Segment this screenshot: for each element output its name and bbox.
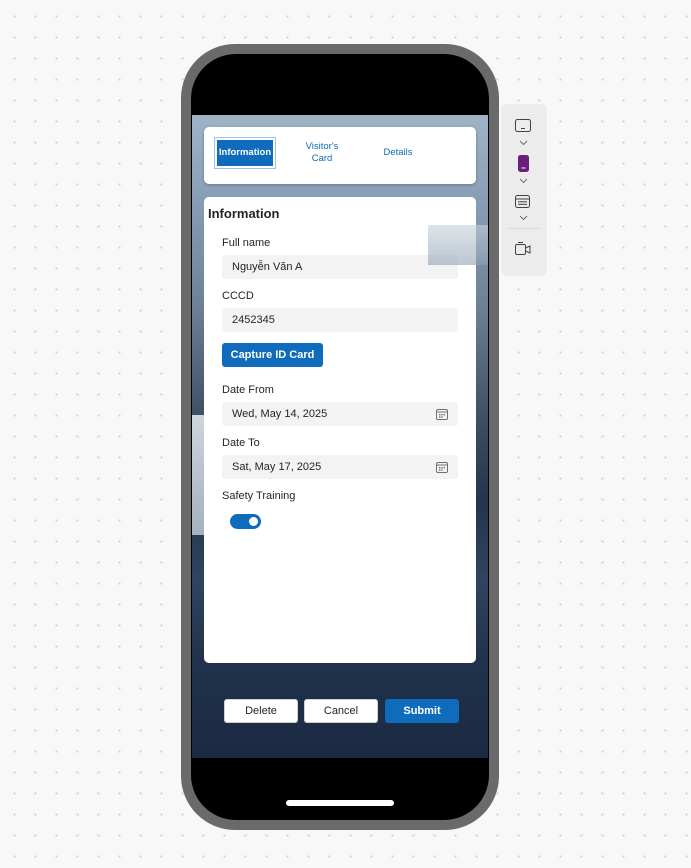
cccd-value: 2452345 [232,314,275,326]
information-form: Information Full name Nguyễn Văn A CCCD … [204,197,476,663]
cancel-button[interactable]: Cancel [304,699,378,723]
section-title: Information [208,206,280,221]
phone-frame: Information Visitor's Card Details Infor… [181,44,499,830]
tab-information[interactable]: Information [214,137,276,169]
tablet-landscape-icon[interactable] [515,119,532,133]
toggle-knob [249,517,258,526]
cccd-label: CCCD [222,290,254,302]
date-to-label: Date To [222,437,260,449]
toolbar-divider [509,228,539,229]
chevron-down-icon[interactable] [519,178,528,184]
chevron-down-icon[interactable] [519,215,528,221]
cccd-field[interactable]: 2452345 [222,308,458,332]
capture-id-card-button[interactable]: Capture ID Card [222,343,323,367]
device-preview-toolbar [501,104,547,276]
date-from-value: Wed, May 14, 2025 [232,408,328,420]
calendar-icon[interactable] [436,461,448,473]
safety-training-label: Safety Training [222,490,296,502]
delete-button[interactable]: Delete [224,699,298,723]
date-from-field[interactable]: Wed, May 14, 2025 [222,402,458,426]
tab-details-label: Details [383,147,413,158]
app-screen: Information Visitor's Card Details Infor… [192,115,488,758]
browser-window-icon[interactable] [515,195,531,209]
home-indicator [286,800,394,806]
chevron-down-icon[interactable] [519,140,528,146]
date-from-label: Date From [222,384,274,396]
full-name-value: Nguyễn Văn A [232,261,303,273]
tab-bar: Information Visitor's Card Details [204,127,476,184]
date-to-field[interactable]: Sat, May 17, 2025 [222,455,458,479]
tab-visitors-card[interactable]: Visitor's Card [296,141,348,165]
phone-bezel: Information Visitor's Card Details Infor… [191,54,489,820]
full-name-label: Full name [222,237,271,249]
phone-portrait-icon[interactable] [518,155,529,172]
date-to-value: Sat, May 17, 2025 [232,461,322,473]
tab-details[interactable]: Details [372,147,424,159]
submit-button[interactable]: Submit [385,699,459,723]
full-name-field[interactable]: Nguyễn Văn A [222,255,458,279]
screen-share-icon[interactable] [515,242,532,256]
calendar-icon[interactable] [436,408,448,420]
tab-information-label: Information [217,140,273,166]
safety-training-toggle[interactable] [230,514,261,529]
tab-visitors-card-label: Visitor's Card [305,141,339,164]
